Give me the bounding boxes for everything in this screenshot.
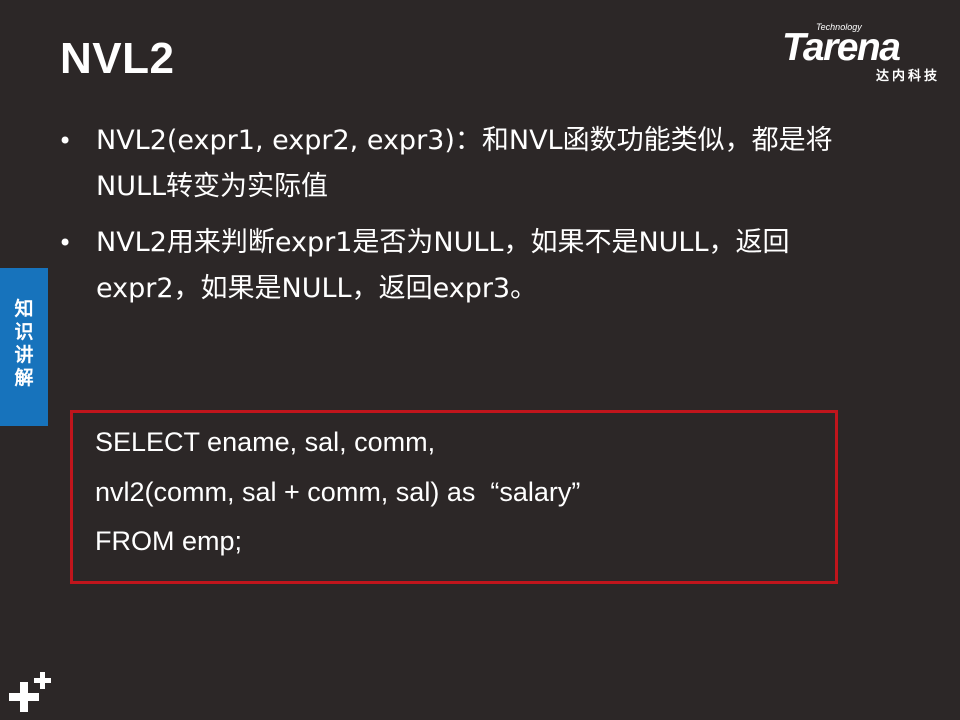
- logo-chinese-name: 达内科技: [875, 69, 940, 84]
- bullet-text: NVL2用来判断expr1是否为NULL，如果不是NULL，返回expr2，如果…: [96, 227, 790, 304]
- plus-sparkle-icon: [9, 672, 51, 712]
- bullet-item: • NVL2用来判断expr1是否为NULL，如果不是NULL，返回expr2，…: [56, 220, 886, 312]
- side-tab-label: 知识讲解: [14, 298, 34, 389]
- bullet-list: • NVL2(expr1, expr2, expr3)：和NVL函数功能类似，都…: [56, 118, 886, 322]
- side-tab: 知识讲解: [0, 268, 48, 426]
- code-box: SELECT ename, sal, comm, nvl2(comm, sal …: [70, 410, 838, 584]
- bullet-text: NVL2(expr1, expr2, expr3)：和NVL函数功能类似，都是将…: [96, 125, 833, 202]
- tarena-logo: Technology Tarena 达内科技: [782, 22, 946, 84]
- code-line: FROM emp;: [95, 526, 243, 556]
- code-line: SELECT ename, sal, comm,: [95, 427, 436, 457]
- bullet-dot-icon: •: [58, 229, 73, 257]
- logo-brand-text: Tarena: [782, 26, 901, 69]
- code-line: nvl2(comm, sal + comm, sal) as “salary”: [95, 477, 581, 507]
- bullet-item: • NVL2(expr1, expr2, expr3)：和NVL函数功能类似，都…: [56, 118, 886, 210]
- bullet-dot-icon: •: [58, 127, 73, 155]
- slide-title: NVL2: [60, 34, 175, 83]
